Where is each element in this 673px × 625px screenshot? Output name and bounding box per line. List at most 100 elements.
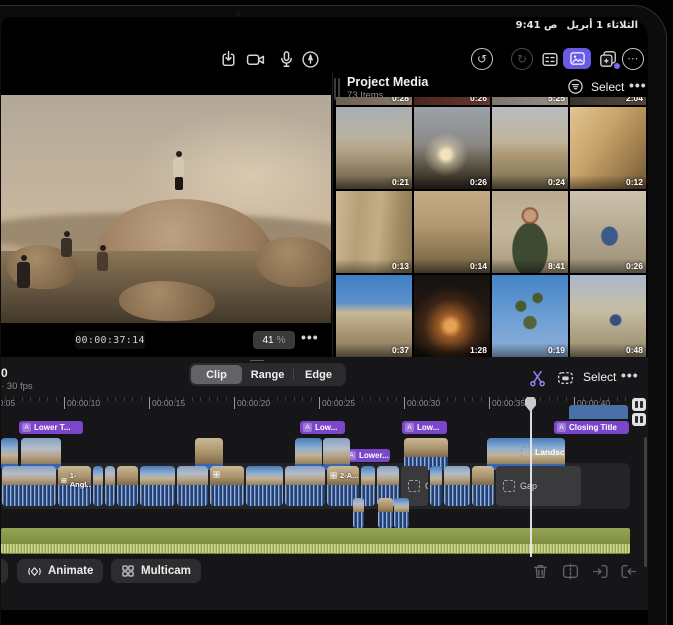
media-thumbnail[interactable]: 0:12 bbox=[570, 107, 646, 189]
storyline-clip-label: 2-A... bbox=[330, 471, 358, 480]
effects-icon[interactable] bbox=[597, 48, 619, 70]
zoom-control[interactable]: 41 % bbox=[253, 331, 295, 349]
music-audio-clip[interactable] bbox=[1, 528, 630, 554]
title-clip[interactable]: AClosing Title bbox=[554, 421, 629, 434]
title-clip[interactable]: ALow... bbox=[300, 421, 345, 434]
media-thumbnail[interactable]: 0:26 bbox=[414, 107, 490, 189]
gap-clip[interactable]: Gap bbox=[496, 466, 581, 506]
media-thumbnail[interactable]: 0:21 bbox=[336, 107, 412, 189]
storyline-clip[interactable] bbox=[430, 466, 442, 506]
viewer-more-icon[interactable]: ••• bbox=[301, 329, 319, 345]
timeline-more-icon[interactable]: ••• bbox=[621, 367, 639, 383]
inspector-icon[interactable] bbox=[539, 48, 561, 70]
ruler-timecode-label: 00:00:15 bbox=[152, 398, 185, 408]
media-more-icon[interactable]: ••• bbox=[629, 77, 647, 93]
ruler-tick bbox=[319, 397, 320, 409]
split-clip-icon[interactable] bbox=[561, 562, 581, 582]
storyline-clip[interactable] bbox=[472, 466, 494, 506]
ruler-tick bbox=[115, 397, 116, 401]
media-thumbnail[interactable]: 0:48 bbox=[570, 275, 646, 357]
storyline-clip[interactable] bbox=[246, 466, 283, 506]
storyline-clip[interactable] bbox=[210, 466, 244, 506]
insert-before-icon[interactable] bbox=[591, 562, 611, 582]
effects-badge bbox=[614, 63, 620, 69]
trash-icon[interactable] bbox=[531, 562, 551, 582]
connected-audio-clip[interactable] bbox=[394, 498, 409, 528]
timeline-ruler[interactable]: 00:00:0500:00:1000:00:1500:00:2000:00:25… bbox=[1, 395, 648, 417]
import-icon[interactable] bbox=[217, 48, 239, 70]
storyline-clip[interactable] bbox=[285, 466, 325, 506]
clip-thumbnail bbox=[21, 438, 61, 464]
title-clip[interactable]: ALow... bbox=[402, 421, 447, 434]
ruler-timecode-label: 00:00:30 bbox=[407, 398, 440, 408]
storyline-clip[interactable] bbox=[140, 466, 175, 506]
media-thumbnail[interactable]: 5:25 bbox=[492, 97, 568, 105]
media-browser-icon[interactable] bbox=[563, 48, 591, 69]
storyline-clip[interactable] bbox=[93, 466, 103, 506]
timeline-select-button[interactable]: Select bbox=[583, 370, 616, 384]
storyline-overwrite-icon[interactable] bbox=[556, 368, 575, 392]
clip-thumbnail bbox=[430, 466, 442, 485]
media-thumbnail[interactable]: 0:24 bbox=[492, 107, 568, 189]
redo-icon[interactable]: ↻ bbox=[511, 48, 533, 70]
microphone-icon[interactable] bbox=[275, 48, 297, 70]
clip-duration: 1:28 bbox=[470, 345, 487, 355]
media-thumbnail[interactable]: 0:13 bbox=[336, 191, 412, 273]
timeline-panel: 0 · 30 fps ClipRangeEdge Select ••• bbox=[1, 357, 648, 610]
cropped-left-button[interactable] bbox=[1, 559, 8, 583]
title-clip[interactable]: ALower T... bbox=[19, 421, 83, 434]
clip-thumbnail bbox=[378, 498, 393, 512]
audio-waveform bbox=[1, 544, 630, 553]
storyline-clip[interactable] bbox=[2, 466, 56, 506]
clip-appearance-button[interactable] bbox=[632, 398, 646, 411]
clip-waveform bbox=[378, 512, 393, 528]
clip-thumbnail bbox=[117, 466, 138, 485]
storyline-clip[interactable]: 1-Angl... bbox=[58, 466, 91, 506]
media-thumbnail[interactable]: 0:37 bbox=[336, 275, 412, 357]
connected-clip-label: Landscap... bbox=[521, 447, 565, 457]
insert-after-icon[interactable] bbox=[619, 562, 639, 582]
ruler-tick bbox=[566, 397, 567, 401]
storyline-clip[interactable] bbox=[117, 466, 138, 506]
connected-audio-clip[interactable] bbox=[378, 498, 393, 528]
storyline-clip[interactable] bbox=[105, 466, 115, 506]
storyline-clip[interactable] bbox=[444, 466, 470, 506]
ruler-timecode-label: 00:00:20 bbox=[237, 398, 270, 408]
more-icon[interactable]: ⋯ bbox=[622, 48, 644, 70]
tool-range[interactable]: Range bbox=[242, 365, 293, 384]
project-title: 0 bbox=[1, 366, 8, 380]
media-thumbnail[interactable]: 0:26 bbox=[414, 97, 490, 105]
track-height-button[interactable] bbox=[632, 413, 646, 426]
rock bbox=[256, 237, 331, 287]
connected-audio-clip[interactable] bbox=[353, 498, 364, 528]
media-thumbnail[interactable]: 0:26 bbox=[570, 191, 646, 273]
media-thumbnail[interactable]: 2:04 bbox=[570, 97, 646, 105]
storyline-clip[interactable] bbox=[177, 466, 208, 506]
tool-edge[interactable]: Edge bbox=[293, 365, 344, 384]
ruler-tick bbox=[557, 397, 558, 401]
viewer-video[interactable] bbox=[1, 95, 331, 323]
undo-icon[interactable]: ↺ bbox=[471, 48, 493, 70]
ruler-tick bbox=[387, 397, 388, 401]
pencil-icon[interactable] bbox=[299, 48, 321, 70]
ruler-tick bbox=[481, 397, 482, 401]
blade-tool-icon[interactable] bbox=[528, 368, 547, 392]
offscreen-clip-bar[interactable] bbox=[569, 405, 628, 419]
animate-button[interactable]: Animate bbox=[17, 559, 103, 583]
multicam-button[interactable]: Multicam bbox=[111, 559, 201, 583]
media-thumbnail[interactable]: 0:28 bbox=[336, 97, 412, 105]
timeline-scrollbar[interactable] bbox=[644, 437, 647, 567]
tool-clip[interactable]: Clip bbox=[191, 365, 242, 384]
media-thumbnail[interactable]: 0:19 bbox=[492, 275, 568, 357]
title-clip[interactable]: ALower... bbox=[344, 449, 390, 462]
media-select-button[interactable]: Select bbox=[591, 80, 624, 94]
media-thumbnail[interactable]: 1:28 bbox=[414, 275, 490, 357]
clip-waveform bbox=[2, 485, 56, 506]
camera-icon[interactable] bbox=[245, 48, 267, 70]
ruler-tick bbox=[209, 397, 210, 401]
media-thumbnail[interactable]: 0:14 bbox=[414, 191, 490, 273]
ruler-tick bbox=[107, 397, 108, 401]
person-seated bbox=[17, 255, 30, 288]
media-thumbnail[interactable]: 8:41 bbox=[492, 191, 568, 273]
timecode-display[interactable]: 00:00:37:14 bbox=[75, 331, 145, 349]
